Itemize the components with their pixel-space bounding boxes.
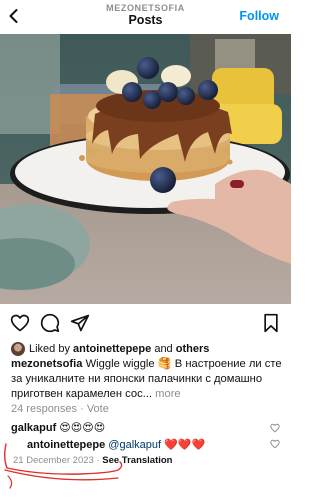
likes-row[interactable]: Liked by antoinettepepe and others (11, 342, 209, 356)
liked-by-others[interactable]: others (176, 343, 210, 355)
meta-separator: · (93, 455, 103, 466)
bookmark-icon[interactable] (261, 313, 281, 333)
reply-row: antoinettepepe @galkapuf ❤️❤️❤️ (27, 438, 205, 451)
reply-username[interactable]: antoinettepepe (27, 439, 105, 451)
comment-row: galkapuf 😍😍😍😍 (11, 421, 105, 434)
post-actions-bar (0, 304, 291, 340)
post-photo[interactable] (0, 34, 291, 304)
reply-mention[interactable]: @galkapuf (108, 439, 161, 451)
reply-text: ❤️❤️❤️ (161, 439, 206, 451)
liked-by-prefix: Liked by (29, 343, 74, 355)
liked-by-user[interactable]: antoinettepepe (73, 343, 151, 355)
share-icon[interactable] (70, 313, 90, 333)
heart-icon[interactable] (10, 313, 30, 333)
caption-username[interactable]: mezonetsofia (11, 358, 83, 370)
responses-count[interactable]: 24 responses · Vote (11, 403, 109, 415)
post-header: MEZONETSOFIA Posts Follow (0, 0, 291, 34)
liked-by-suffix: and (151, 343, 176, 355)
follow-button[interactable]: Follow (239, 9, 279, 23)
post-date: 21 December 2023 (13, 455, 94, 466)
comment-like-heart-icon[interactable] (270, 423, 280, 433)
comment-text: 😍😍😍😍 (56, 422, 106, 434)
see-translation-link[interactable]: See Translation (102, 455, 172, 466)
comment-icon[interactable] (40, 313, 60, 333)
liker-avatar (11, 342, 25, 356)
reply-like-heart-icon[interactable] (270, 439, 280, 449)
pancake-photo-image (0, 34, 291, 304)
caption-more-link[interactable]: more (152, 388, 181, 400)
post-meta: 21 December 2023 · See Translation (13, 455, 173, 466)
comment-username[interactable]: galkapuf (11, 422, 56, 434)
post-caption: mezonetsofia Wiggle wiggle 🥞 В настроени… (11, 357, 286, 402)
